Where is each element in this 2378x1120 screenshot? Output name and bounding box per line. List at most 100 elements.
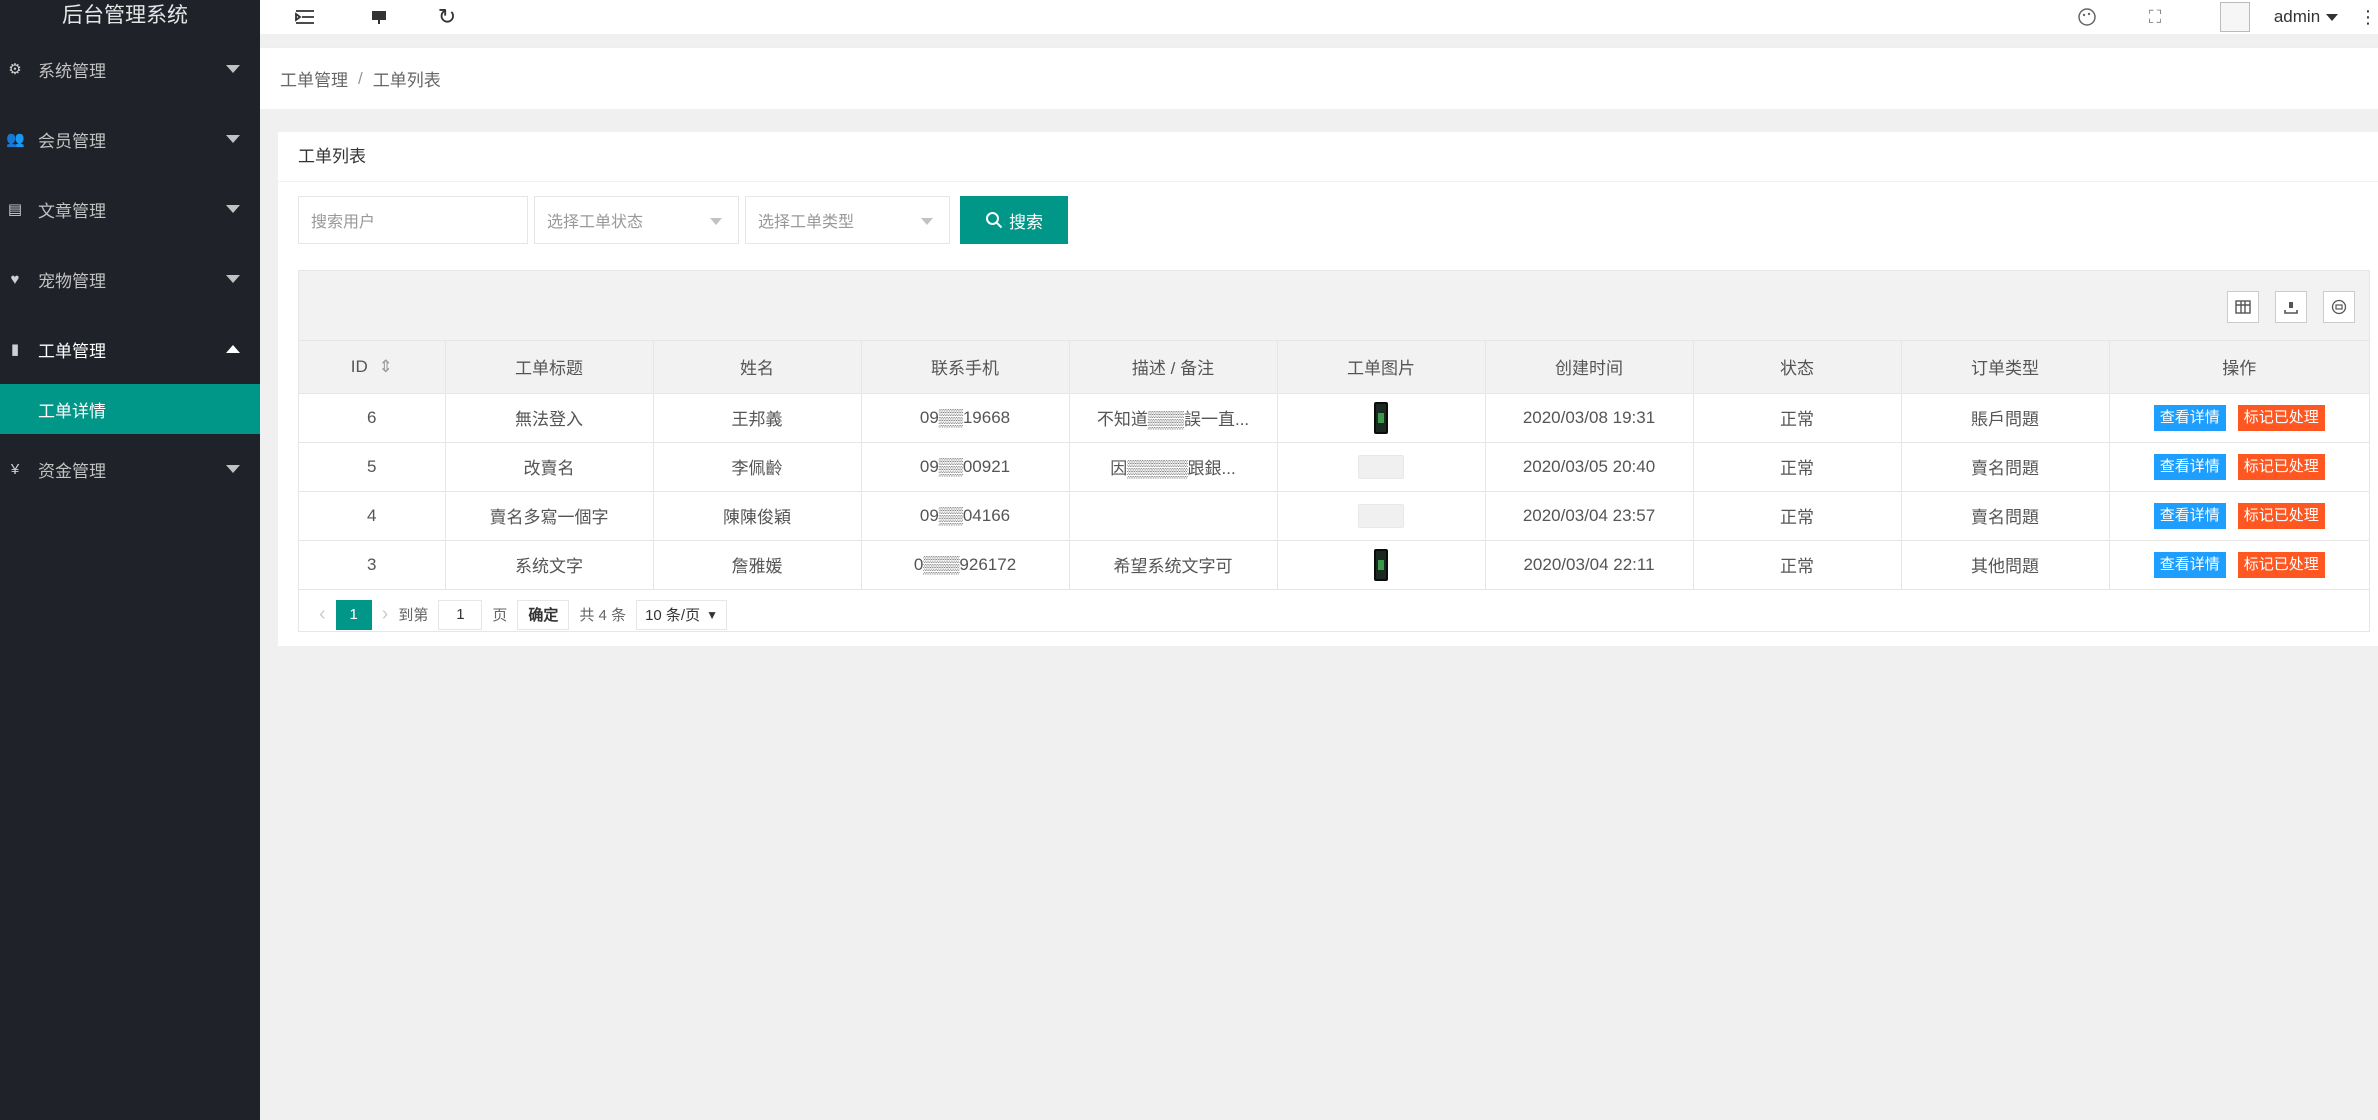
mark-processed-button[interactable]: 标记已处理 (2237, 551, 2325, 578)
breadcrumb-parent[interactable]: 工单管理 (280, 66, 348, 91)
username: admin (2273, 7, 2321, 26)
sidebar-item-system[interactable]: ⚙ 系统管理 (0, 34, 260, 104)
ticket-table: ID ⇕ 工单标题 姓名 联系手机 描述 / 备注 工单图片 创建时间 状态 订… (298, 270, 2370, 632)
cell-created: 2020/03/04 23:57 (1485, 491, 1694, 541)
cell-id: 5 (299, 442, 446, 492)
sidebar-item-label: 资金管理 (38, 461, 106, 481)
menu-toggle-icon[interactable] (290, 0, 320, 34)
col-header-type: 订单类型 (1901, 341, 2110, 394)
breadcrumb-separator: / (358, 68, 363, 88)
more-icon[interactable]: ⋮ (2359, 0, 2377, 34)
cell-created: 2020/03/04 22:11 (1485, 540, 1694, 590)
col-header-status: 状态 (1693, 341, 1902, 394)
cell-phone: 09▒▒00921 (861, 442, 1070, 492)
page-current[interactable]: 1 (335, 599, 372, 630)
cell-status: 正常 (1693, 442, 1902, 492)
cell-image (1277, 491, 1486, 541)
cell-title: 系统文字 (445, 540, 654, 590)
export-icon[interactable] (2275, 291, 2307, 323)
search-bar: 搜索用户 选择工单状态 选择工单类型 搜索 (298, 196, 1068, 244)
refresh-icon[interactable]: ↻ (432, 0, 462, 34)
cell-id: 4 (299, 491, 446, 541)
next-page-icon[interactable]: › (382, 603, 389, 626)
card-title: 工单列表 (278, 132, 2378, 182)
avatar[interactable] (2218, 0, 2252, 34)
sidebar-subitem-ticket-detail[interactable]: 工单详情 (0, 384, 260, 434)
mark-processed-button[interactable]: 标记已处理 (2237, 453, 2325, 480)
cell-desc: 因▒▒▒▒▒跟銀... (1069, 442, 1278, 492)
goto-label: 到第 (398, 607, 429, 624)
sidebar-item-pets[interactable]: ♥ 宠物管理 (0, 244, 260, 314)
search-user-input[interactable]: 搜索用户 (298, 196, 528, 244)
page-size-select[interactable]: 10 条/页 ▼ (636, 599, 727, 630)
sidebar-item-label: 工单管理 (38, 341, 106, 361)
caret-down-icon (226, 275, 240, 283)
search-user-placeholder: 搜索用户 (311, 214, 376, 231)
columns-filter-icon[interactable] (2227, 291, 2259, 323)
file-icon: ▮ (10, 341, 20, 358)
ticket-image-thumbnail[interactable] (1358, 454, 1404, 479)
page-confirm-button[interactable]: 确定 (517, 599, 570, 630)
caret-down-icon (226, 135, 240, 143)
prev-page-icon[interactable]: ‹ (319, 603, 326, 626)
col-header-image: 工单图片 (1277, 341, 1486, 394)
cell-id: 3 (299, 540, 446, 590)
col-header-created: 创建时间 (1485, 341, 1694, 394)
users-icon: 👥 (6, 131, 25, 148)
cell-type: 賣名問題 (1901, 442, 2110, 492)
cell-image (1277, 540, 1486, 590)
cell-desc: 不知道▒▒▒誤一直... (1069, 393, 1278, 443)
sidebar-item-tickets[interactable]: ▮ 工单管理 (0, 314, 260, 384)
ticket-status-placeholder: 选择工单状态 (547, 214, 644, 231)
sidebar-item-label: 宠物管理 (38, 271, 106, 291)
sidebar-item-label: 会员管理 (38, 131, 106, 151)
print-icon[interactable] (2323, 291, 2355, 323)
mark-processed-button[interactable]: 标记已处理 (2237, 404, 2325, 431)
col-header-id[interactable]: ID ⇕ (299, 341, 446, 394)
ticket-type-placeholder: 选择工单类型 (758, 214, 855, 231)
cell-type: 賣名問題 (1901, 491, 2110, 541)
cell-actions: 查看详情 标记已处理 (2109, 491, 2369, 541)
search-button[interactable]: 搜索 (960, 196, 1068, 244)
ticket-image-thumbnail[interactable] (1374, 548, 1388, 581)
view-detail-button[interactable]: 查看详情 (2153, 453, 2226, 480)
theme-icon[interactable] (2072, 0, 2102, 34)
col-header-phone: 联系手机 (861, 341, 1070, 394)
sidebar-item-articles[interactable]: ▤ 文章管理 (0, 174, 260, 244)
ticket-image-thumbnail[interactable] (1374, 401, 1388, 434)
sidebar-item-label: 文章管理 (38, 201, 106, 221)
view-detail-button[interactable]: 查看详情 (2153, 502, 2226, 529)
view-detail-button[interactable]: 查看详情 (2153, 551, 2226, 578)
cell-created: 2020/03/05 20:40 (1485, 442, 1694, 492)
cell-phone: 0▒▒▒926172 (861, 540, 1070, 590)
cell-title: 改賣名 (445, 442, 654, 492)
ticket-table-grid: ID ⇕ 工单标题 姓名 联系手机 描述 / 备注 工单图片 创建时间 状态 订… (299, 341, 2369, 590)
cell-name: 陳陳俊穎 (653, 491, 862, 541)
cell-created: 2020/03/08 19:31 (1485, 393, 1694, 443)
chevron-down-icon: ▼ (706, 607, 718, 622)
col-header-name: 姓名 (653, 341, 862, 394)
page-size-value: 10 条/页 (645, 607, 701, 624)
app-title: 后台管理系统 (62, 4, 188, 27)
user-menu[interactable]: admin (2266, 0, 2346, 34)
ticket-image-thumbnail[interactable] (1358, 503, 1404, 528)
caret-down-icon (226, 465, 240, 473)
col-header-title: 工单标题 (445, 341, 654, 394)
table-row: 3 系统文字 詹雅媛 0▒▒▒926172 希望系统文字可 2020/03/04… (299, 540, 2369, 590)
sidebar: 后台管理系统 ⚙ 系统管理 👥 会员管理 ▤ 文章管理 ♥ 宠物管理 ▮ 工单管… (0, 0, 260, 1120)
ticket-status-select[interactable]: 选择工单状态 (534, 196, 739, 244)
sort-icon[interactable]: ⇕ (378, 357, 392, 376)
breadcrumb: 工单管理 / 工单列表 (260, 47, 2378, 109)
view-detail-button[interactable]: 查看详情 (2153, 404, 2226, 431)
page-jump-input[interactable]: 1 (438, 599, 483, 630)
fullscreen-icon[interactable]: ⛶ (2140, 0, 2170, 34)
search-icon (986, 212, 1003, 229)
mark-processed-button[interactable]: 标记已处理 (2237, 502, 2325, 529)
sidebar-item-funds[interactable]: ¥ 资金管理 (0, 434, 260, 504)
pin-icon[interactable] (364, 0, 394, 34)
ticket-list-card: 工单列表 搜索用户 选择工单状态 选择工单类型 搜索 ID ⇕ 工单标题 姓名 … (278, 132, 2378, 646)
ticket-type-select[interactable]: 选择工单类型 (745, 196, 950, 244)
cell-title: 賣名多寫一個字 (445, 491, 654, 541)
sidebar-item-members[interactable]: 👥 会员管理 (0, 104, 260, 174)
pagination: ‹ 1 › 到第 1 页 确定 共 4 条 10 条/页 ▼ (299, 590, 2369, 640)
